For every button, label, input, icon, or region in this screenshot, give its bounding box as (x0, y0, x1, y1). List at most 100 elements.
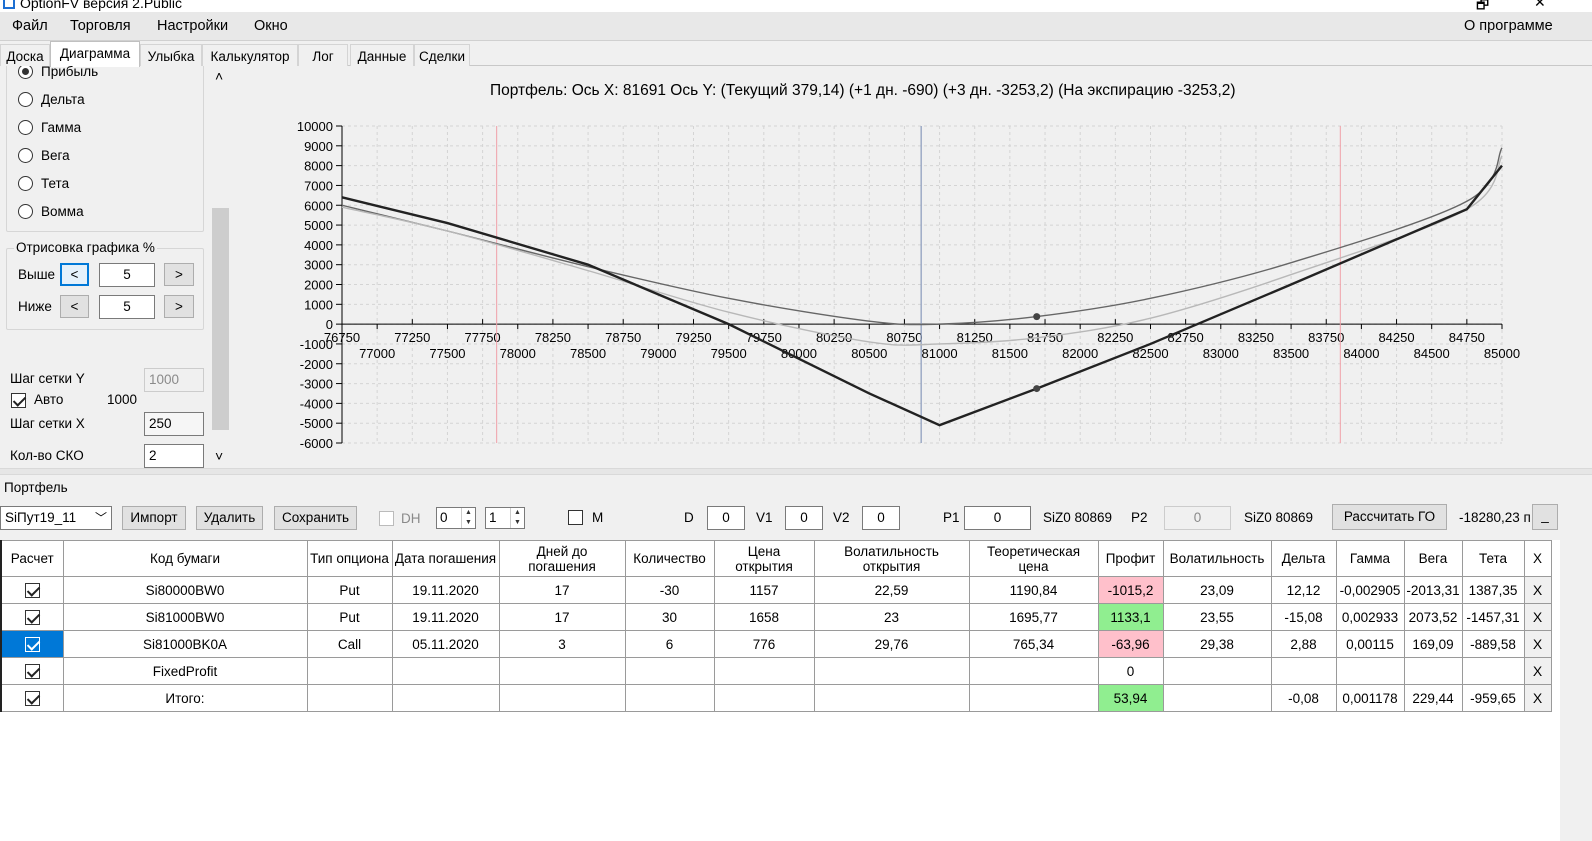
cell-vol (1162, 684, 1272, 712)
col-header[interactable]: Расчет (0, 540, 64, 577)
checkbox-icon[interactable] (24, 663, 40, 679)
table-row[interactable]: Si81000BK0A Call 05.11.2020 3 6 776 29,76 765,3… (0, 630, 1552, 658)
remove-row-button[interactable]: X (1523, 576, 1552, 604)
col-header[interactable]: Волатильность (1162, 540, 1272, 577)
scroll-down-icon[interactable]: ˅ (215, 448, 223, 464)
grid-step-y-input[interactable]: 1000 (144, 368, 204, 392)
v2-input[interactable]: 0 (862, 506, 900, 530)
scrollbar-thumb[interactable] (212, 208, 229, 430)
radio-profit[interactable]: Прибыль (18, 66, 98, 81)
menu-file[interactable]: Файл (12, 18, 48, 34)
table-row[interactable]: Итого: 53,94 -0,08 0,001178 229,44 -959,65 X (0, 684, 1552, 712)
import-button[interactable]: Импорт (122, 506, 186, 530)
col-header[interactable]: Теоретическая цена (968, 540, 1099, 577)
m-checkbox[interactable] (568, 510, 583, 525)
grid-step-x-input[interactable]: 250 (144, 412, 204, 436)
profit-chart[interactable]: 10000 9000 8000 7000 6000 5000 4000 3000 2000 100… (230, 108, 1550, 458)
spin-arrows-icon[interactable]: ▲ ▼ (461, 508, 475, 528)
table-row[interactable]: Si81000BW0 Put 19.11.2020 17 30 1658 23 1695,77… (0, 603, 1552, 631)
col-header[interactable]: Дата погашения (391, 540, 500, 577)
auto-checkbox[interactable] (11, 393, 26, 408)
tab-data[interactable]: Данные (350, 44, 414, 66)
portfolio-select[interactable]: SiПут19_11 ﹀ (0, 506, 112, 530)
menu-settings[interactable]: Настройки (157, 18, 228, 34)
calc-checkbox-cell[interactable] (0, 630, 64, 658)
col-header[interactable]: Код бумаги (62, 540, 308, 577)
calc-checkbox-cell[interactable] (0, 684, 64, 712)
collapse-button[interactable]: _ (1532, 504, 1558, 530)
grid-step-y-label: Шаг сетки Y (10, 371, 85, 386)
d-input[interactable]: 0 (707, 506, 745, 530)
v1-label: V1 (756, 510, 773, 525)
x-tick-label-bottom: 84000 (1343, 346, 1379, 361)
above-value-input[interactable]: 5 (99, 263, 155, 287)
scroll-up-icon[interactable]: ˄ (215, 68, 223, 84)
delete-button[interactable]: Удалить (196, 506, 263, 530)
tab-log[interactable]: Лог (298, 44, 348, 66)
menu-about[interactable]: О программе (1464, 18, 1553, 34)
col-header[interactable]: Цена открытия (713, 540, 815, 577)
checkbox-icon[interactable] (24, 582, 40, 598)
p1-input[interactable]: 0 (964, 506, 1031, 530)
p2-input[interactable]: 0 (1164, 506, 1231, 530)
col-header[interactable]: X (1523, 540, 1552, 577)
cell-open-vol: 23 (813, 603, 970, 631)
radio-delta[interactable]: Дельта (18, 89, 85, 109)
spin-second[interactable]: 1 ▲ ▼ (485, 507, 525, 529)
tab-smile[interactable]: Улыбка (140, 44, 202, 66)
table-row[interactable]: FixedProfit 0 X (0, 657, 1552, 685)
below-decrease-button[interactable]: < (60, 295, 89, 318)
y-tick-label: 2000 (304, 278, 333, 293)
col-header[interactable]: Профит (1097, 540, 1164, 577)
remove-row-button[interactable]: X (1523, 657, 1552, 685)
remove-row-button[interactable]: X (1523, 684, 1552, 712)
col-header[interactable]: Количество (624, 540, 715, 577)
col-header[interactable]: Вега (1403, 540, 1463, 577)
menu-trading[interactable]: Торговля (70, 18, 131, 34)
col-header[interactable]: Гамма (1335, 540, 1405, 577)
col-header[interactable]: Тип опциона (306, 540, 393, 577)
col-header[interactable]: Волатильность открытия (813, 540, 970, 577)
splitter[interactable] (0, 468, 1592, 475)
remove-row-button[interactable]: X (1523, 603, 1552, 631)
tab-diagram[interactable]: Диаграмма (50, 41, 140, 67)
checkbox-icon[interactable] (24, 690, 40, 706)
radio-vega[interactable]: Вега (18, 145, 70, 165)
below-value-input[interactable]: 5 (99, 295, 155, 319)
cell-gamma: 0,002933 (1335, 603, 1405, 631)
calc-checkbox-cell[interactable] (0, 603, 64, 631)
left-panel-scrollbar[interactable]: ˄ ˅ (211, 66, 230, 466)
col-header[interactable]: Дельта (1270, 540, 1337, 577)
below-increase-button[interactable]: > (164, 295, 194, 318)
calc-checkbox-cell[interactable] (0, 576, 64, 604)
col-header[interactable]: Дней до погашения (498, 540, 626, 577)
table-row[interactable]: Si80000BW0 Put 19.11.2020 17 -30 1157 22,59 119… (0, 576, 1552, 604)
cell-qty: 6 (624, 630, 715, 658)
tab-board[interactable]: Доска (0, 44, 50, 66)
cell-theta: 1387,35 (1461, 576, 1525, 604)
spin-first[interactable]: 0 ▲ ▼ (436, 507, 476, 529)
col-header[interactable]: Тета (1461, 540, 1525, 577)
sko-input[interactable]: 2 (144, 444, 204, 468)
v1-input[interactable]: 0 (785, 506, 823, 530)
checkbox-icon[interactable] (24, 609, 40, 625)
radio-gamma[interactable]: Гамма (18, 117, 81, 137)
spin-arrows-icon[interactable]: ▲ ▼ (510, 508, 524, 528)
remove-row-button[interactable]: X (1523, 630, 1552, 658)
dh-checkbox[interactable] (379, 511, 394, 526)
calc-go-button[interactable]: Рассчитать ГО (1332, 504, 1447, 530)
radio-vomma[interactable]: Вомма (18, 201, 84, 221)
calc-checkbox-cell[interactable] (0, 657, 64, 685)
restore-icon[interactable]: 🗗 (1476, 0, 1489, 12)
cell-days: 3 (498, 630, 626, 658)
menu-window[interactable]: Окно (254, 18, 288, 34)
close-icon[interactable]: ✕ (1534, 0, 1546, 11)
above-increase-button[interactable]: > (164, 263, 194, 286)
above-decrease-button[interactable]: < (60, 263, 89, 286)
tab-calculator[interactable]: Калькулятор (202, 44, 298, 66)
tab-deals[interactable]: Сделки (414, 44, 470, 66)
cell-theta: -959,65 (1461, 684, 1525, 712)
radio-theta[interactable]: Тета (18, 173, 69, 193)
checkbox-icon[interactable] (24, 636, 40, 652)
save-button[interactable]: Сохранить (274, 506, 357, 530)
